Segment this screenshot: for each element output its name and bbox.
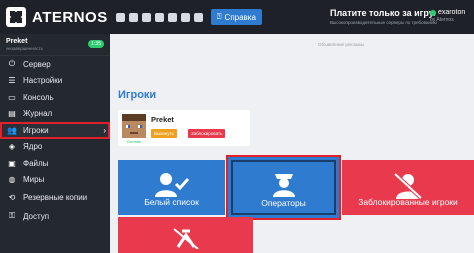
status-badge: 1:35: [88, 40, 104, 48]
banned-players-tile[interactable]: Заблокированные игроки: [342, 160, 474, 215]
promo-banner[interactable]: Платите только за игру. Высокопроизводит…: [330, 8, 437, 25]
top-bar: ATERNOS ⍰ Справка Платите только за игру…: [0, 0, 474, 34]
reddit-icon[interactable]: [180, 12, 190, 22]
sidebar: Preket незавершенность 1:35 ⏻ Сервер ☰ Н…: [0, 34, 110, 253]
tile-label: Белый список: [144, 197, 199, 207]
sidebar-item-label: Сервер: [23, 59, 51, 69]
operator-icon: [272, 174, 295, 197]
sidebar-item-access[interactable]: ⚿ Доступ: [0, 208, 110, 225]
partner-logo[interactable]: exaroton by Aternos: [430, 9, 465, 23]
sidebar-item-log[interactable]: ▤ Журнал: [0, 106, 110, 123]
sidebar-item-server[interactable]: ⏻ Сервер: [0, 56, 110, 73]
instagram-icon[interactable]: [154, 12, 164, 22]
log-icon: ▤: [8, 109, 16, 119]
discord-icon[interactable]: [167, 12, 177, 22]
youtube-icon[interactable]: [115, 12, 125, 22]
sidebar-item-players[interactable]: 👥 Игроки ›: [0, 122, 110, 139]
kick-button[interactable]: Выкинуть: [151, 129, 177, 138]
operators-tile[interactable]: Операторы: [226, 155, 341, 220]
sidebar-item-core[interactable]: ◈ Ядро: [0, 139, 110, 156]
ban-label: Заблокировать: [191, 131, 223, 136]
cube-icon: ◈: [8, 142, 16, 152]
whitelist-tile[interactable]: Белый список: [118, 160, 225, 215]
main-content: Объявление рекламы Игроки Онлайн Preket …: [110, 34, 474, 253]
sidebar-item-label: Доступ: [23, 211, 50, 221]
user-check-icon: [154, 173, 189, 197]
ad-label: Объявление рекламы: [318, 42, 364, 47]
social-links: [115, 12, 203, 22]
partner-name: exaroton: [430, 9, 465, 16]
help-icon: ⍰: [216, 12, 222, 21]
online-status: Онлайн: [126, 139, 142, 144]
help-button[interactable]: ⍰ Справка: [210, 9, 262, 25]
sidebar-item-worlds[interactable]: ◍ Миры: [0, 172, 110, 189]
backup-icon: ⟲: [8, 193, 16, 202]
folder-icon: ▣: [8, 158, 16, 168]
sidebar-item-backups[interactable]: ⟲ Резервные копии: [0, 188, 110, 208]
twitter-icon[interactable]: [128, 12, 138, 22]
help-label: Справка: [224, 12, 256, 22]
promo-title: Платите только за игру.: [330, 8, 436, 18]
aternos-logo-icon: [6, 7, 26, 27]
player-card: Онлайн Preket Выкинуть Заблокировать: [118, 110, 250, 146]
sidebar-item-label: Консоль: [23, 92, 54, 102]
server-header[interactable]: Preket незавершенность 1:35: [0, 34, 110, 56]
sidebar-item-label: Резервные копии: [23, 193, 88, 202]
sidebar-item-settings[interactable]: ☰ Настройки: [0, 73, 110, 90]
settings-icon: ☰: [8, 76, 16, 86]
sidebar-item-files[interactable]: ▣ Файлы: [0, 155, 110, 172]
facebook-icon[interactable]: [141, 12, 151, 22]
tile-label: Заблокированные игроки: [358, 197, 458, 207]
partner-subtitle: by Aternos: [430, 17, 454, 23]
logo[interactable]: ATERNOS: [6, 7, 108, 27]
brand-name: ATERNOS: [32, 8, 108, 26]
page-title: Игроки: [118, 89, 157, 101]
user-slash-icon: [393, 172, 423, 200]
terminal-icon: ▭: [8, 92, 16, 102]
sidebar-item-label: Ядро: [23, 142, 43, 152]
sidebar-item-label: Игроки: [23, 125, 49, 135]
sidebar-item-label: Файлы: [23, 158, 49, 168]
tile-label: Операторы: [261, 198, 306, 208]
ban-hammer-icon: [172, 228, 199, 249]
sidebar-item-console[interactable]: ▭ Консоль: [0, 89, 110, 106]
sidebar-item-label: Миры: [23, 175, 45, 185]
globe-icon: ◍: [8, 175, 16, 185]
ban-button[interactable]: Заблокировать: [188, 129, 226, 138]
access-icon: ⚿: [8, 211, 16, 221]
player-avatar: [122, 114, 146, 138]
github-icon[interactable]: [193, 12, 203, 22]
sidebar-item-label: Журнал: [23, 109, 53, 119]
chevron-right-icon: ›: [103, 125, 106, 135]
ban-ip-tile[interactable]: [118, 217, 253, 253]
promo-subtitle: Высокопроизводительные серверы по требов…: [330, 20, 437, 25]
power-icon: ⏻: [8, 59, 16, 69]
sidebar-item-label: Настройки: [23, 76, 63, 86]
kick-label: Выкинуть: [154, 131, 174, 136]
players-icon: 👥: [7, 125, 17, 135]
player-name: Preket: [151, 115, 174, 124]
